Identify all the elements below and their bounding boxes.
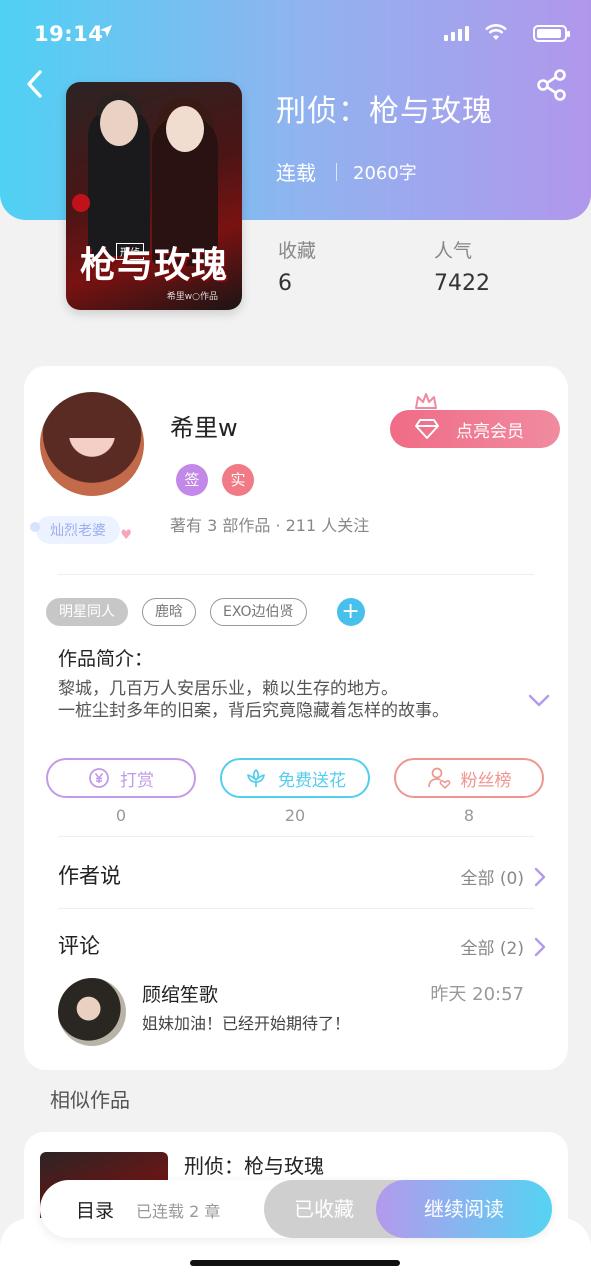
favorites-value: 6 xyxy=(278,271,292,296)
comment-time: 昨天 20:57 xyxy=(430,984,524,1005)
intro-text: 黎城，几百万人安居乐业，赖以生存的地方。 一桩尘封多年的旧案，背后究竟隐藏着怎样… xyxy=(58,678,449,722)
divider xyxy=(58,908,534,909)
author-avatar[interactable] xyxy=(40,392,144,496)
tag-chip[interactable]: EXO边伯贤 xyxy=(210,598,307,626)
intro-line: 黎城，几百万人安居乐业，赖以生存的地方。 xyxy=(58,679,398,699)
chevron-right-icon xyxy=(534,867,546,886)
chapter-count: 已连载 2 章 xyxy=(136,1202,221,1221)
rose-graphic xyxy=(72,194,90,212)
vip-button-label: 点亮会员 xyxy=(456,421,524,442)
book-cover[interactable]: 刑侦 枪与玫瑰 希里w○作品 xyxy=(66,82,242,310)
diamond-icon xyxy=(415,419,439,439)
book-status: 连载 xyxy=(276,161,316,185)
send-flower-label: 免费送花 xyxy=(278,770,346,791)
verified-badge: 实 xyxy=(222,464,254,496)
status-time: 19:14 xyxy=(34,22,104,46)
word-count: 2060字 xyxy=(353,162,417,184)
reward-count: 0 xyxy=(115,806,127,825)
fan-rank-button[interactable]: 粉丝榜 8 xyxy=(394,758,544,825)
reward-label: 打赏 xyxy=(120,770,154,791)
vip-button[interactable]: 点亮会员 xyxy=(390,410,560,448)
comment-text: 姐妹加油！已经开始期待了！ xyxy=(142,1014,351,1033)
comments-count: 全部 (2) xyxy=(460,939,524,959)
flower-count: 20 xyxy=(284,806,306,825)
divider xyxy=(58,836,534,837)
favorited-label: 已收藏 xyxy=(294,1197,354,1221)
signed-badge: 签 xyxy=(176,464,208,496)
cover-author: 希里w○作品 xyxy=(166,292,218,302)
book-title: 刑侦：枪与玫瑰 xyxy=(276,94,493,129)
cover-title: 枪与玫瑰 xyxy=(79,244,228,286)
author-says-count: 全部 (0) xyxy=(460,869,524,889)
tag-list: 明星同人 鹿晗 EXO边伯贤 + xyxy=(46,598,365,626)
author-stats: 著有 3 部作品 · 211 人关注 xyxy=(170,516,370,535)
popularity-value: 7422 xyxy=(434,271,490,296)
popularity-label: 人气 xyxy=(434,240,473,262)
book-meta: 连载 2060字 xyxy=(276,157,417,186)
toc-button[interactable]: 目录 xyxy=(76,1196,114,1223)
chevron-down-icon[interactable] xyxy=(528,694,550,708)
comments-title: 评论 xyxy=(58,934,100,958)
author-name[interactable]: 希里w xyxy=(170,408,238,443)
tag-chip[interactable]: 鹿晗 xyxy=(142,598,196,626)
fan-rank-label: 粉丝榜 xyxy=(460,770,512,791)
add-tag-button[interactable]: + xyxy=(336,598,365,626)
battery-icon xyxy=(533,25,570,42)
send-flower-button[interactable]: 免费送花 20 xyxy=(220,758,370,825)
book-detail-card: 灿烈老婆 希里w 签 实 著有 3 部作品 · 211 人关注 点亮会员 明星同… xyxy=(24,366,568,1070)
commenter-avatar[interactable] xyxy=(58,978,126,1046)
tag-chip[interactable]: 明星同人 xyxy=(46,598,128,626)
home-indicator xyxy=(190,1260,400,1266)
share-icon[interactable] xyxy=(535,68,569,102)
reward-button[interactable]: 打赏 0 xyxy=(46,758,196,825)
continue-reading-button[interactable]: 继续阅读 xyxy=(376,1180,552,1238)
intro-line: 一桩尘封多年的旧案，背后究竟隐藏着怎样的故事。 xyxy=(58,701,449,721)
yen-icon xyxy=(89,768,109,788)
favorites-label: 收藏 xyxy=(278,240,317,262)
fan-badge: 灿烈老婆 xyxy=(30,516,132,544)
user-heart-icon xyxy=(427,767,450,789)
commenter-name[interactable]: 顾绾笙歌 xyxy=(142,980,218,1007)
author-says-title: 作者说 xyxy=(58,864,121,888)
similar-section-title: 相似作品 xyxy=(50,1088,130,1112)
favorites-stat: 收藏 6 xyxy=(278,236,316,296)
wifi-icon xyxy=(485,24,507,40)
bottom-action-bar: 目录 已连载 2 章 已收藏 继续阅读 xyxy=(40,1180,552,1238)
meta-divider xyxy=(336,162,337,181)
divider xyxy=(58,574,534,575)
author-says-more[interactable]: 全部 (0) xyxy=(461,864,546,889)
crown-icon xyxy=(415,393,437,409)
intro-title: 作品简介： xyxy=(58,648,154,670)
fan-rank-count: 8 xyxy=(463,806,475,825)
similar-book-title: 刑侦：枪与玫瑰 xyxy=(184,1154,324,1178)
flower-icon xyxy=(247,769,265,787)
chevron-right-icon xyxy=(534,937,546,956)
signal-icon xyxy=(444,26,469,41)
popularity-stat: 人气 7422 xyxy=(434,236,490,296)
location-icon xyxy=(100,25,112,37)
comments-more[interactable]: 全部 (2) xyxy=(461,934,546,959)
status-bar: 19:14 xyxy=(34,20,570,50)
back-icon[interactable] xyxy=(20,66,50,102)
